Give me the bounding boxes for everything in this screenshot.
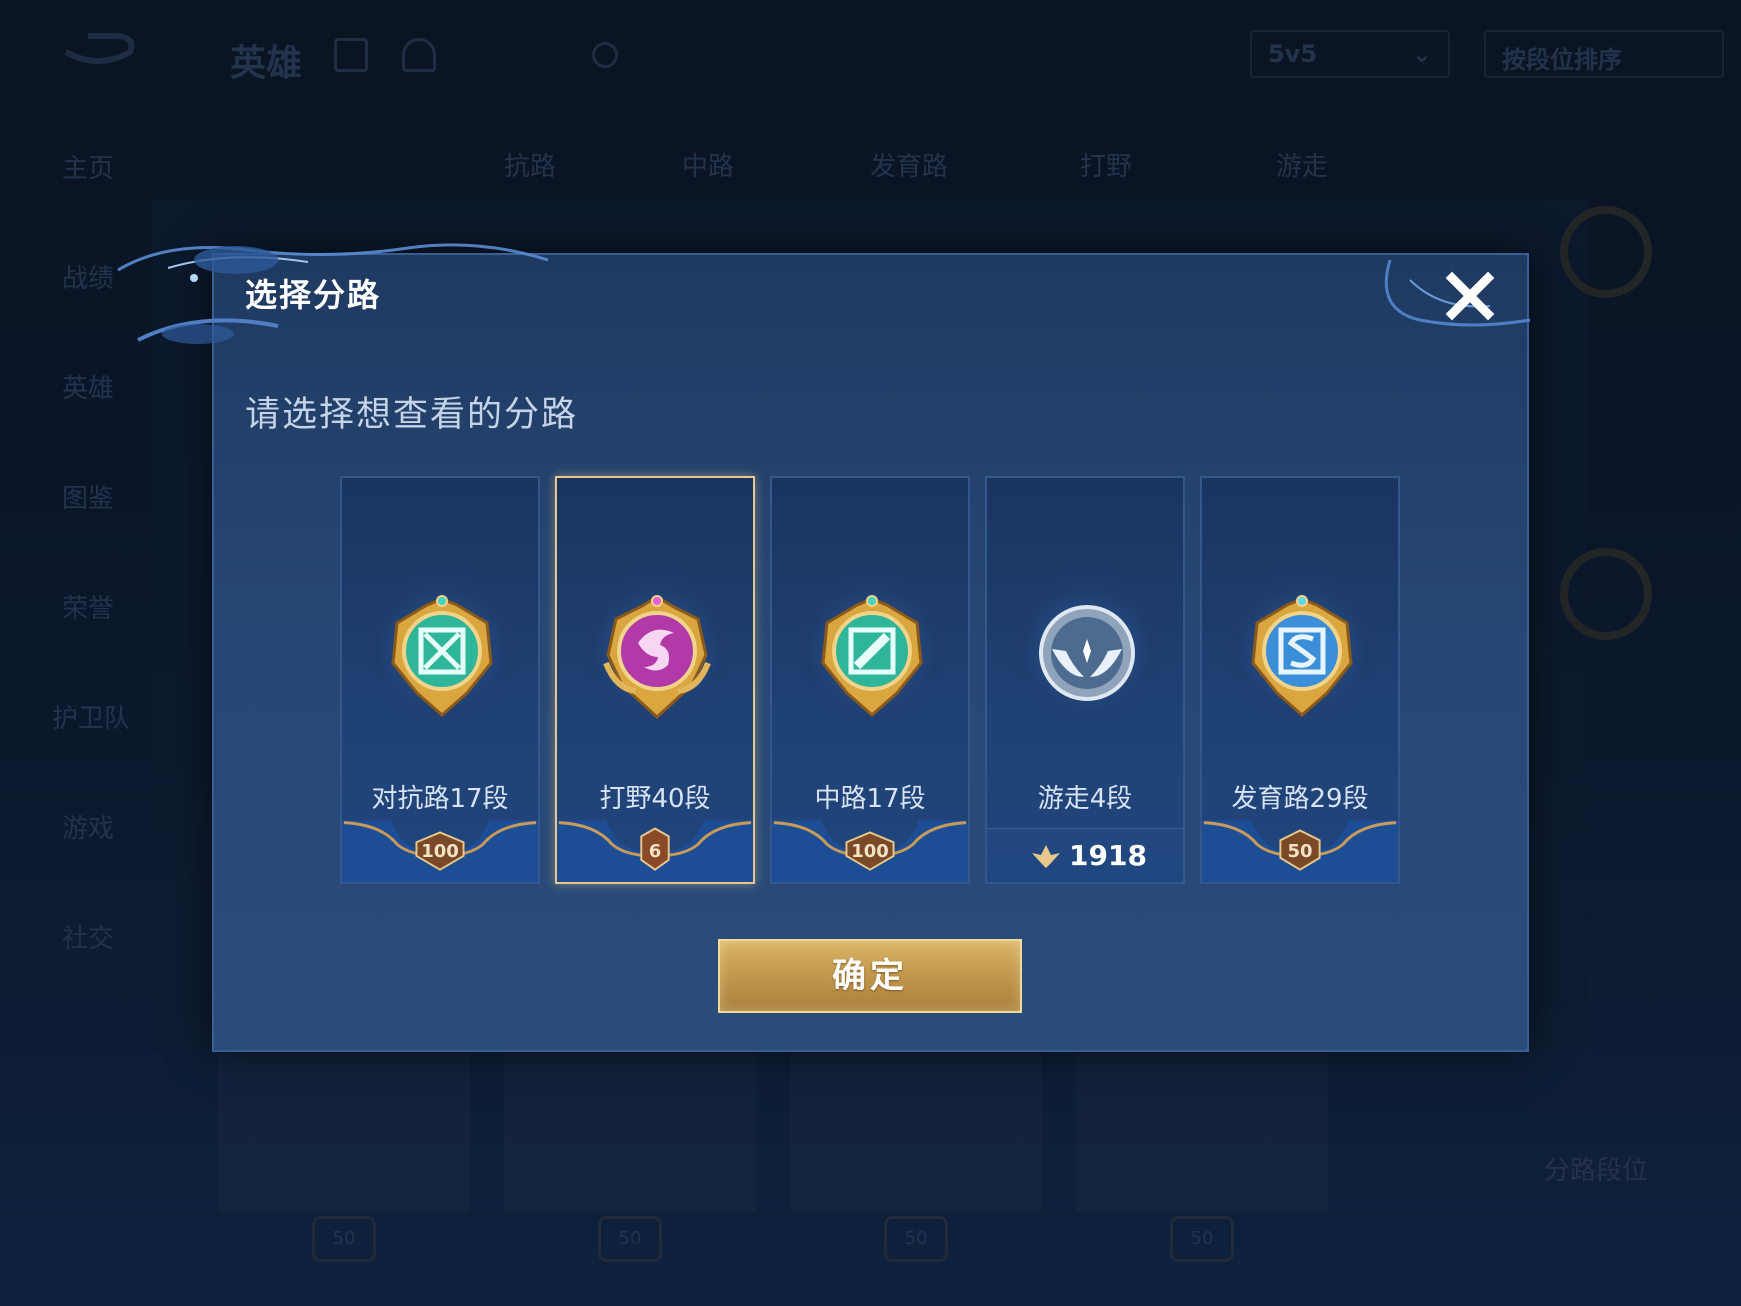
score-row: 1918 (987, 828, 1183, 882)
dialog-title: 选择分路 (245, 276, 382, 314)
level-value: 6 (648, 841, 662, 862)
mid-lane-emblem-icon (821, 595, 923, 717)
lane-card-jungle[interactable]: 打野40段 6 (555, 476, 755, 884)
lane-card-roam[interactable]: 游走4段 1918 (985, 476, 1185, 884)
lane-label: 对抗路17段 (371, 784, 509, 814)
lane-label: 发育路29段 (1231, 784, 1369, 814)
level-value: 100 (851, 841, 889, 862)
dialog-subtitle: 请选择想查看的分路 (245, 395, 579, 435)
lane-card-mid[interactable]: 中路17段 100 (770, 476, 970, 884)
lane-card-clash[interactable]: 对抗路17段 100 (340, 476, 540, 884)
roam-wings-emblem-icon (1039, 605, 1135, 701)
jungle-dragon-emblem-icon (603, 595, 711, 719)
close-icon[interactable] (1442, 268, 1498, 324)
clash-lane-emblem-icon (391, 595, 493, 717)
lane-label: 打野40段 (599, 784, 711, 814)
lane-card-farm[interactable]: 发育路29段 50 (1200, 476, 1400, 884)
peak-score-icon (1032, 845, 1060, 868)
level-value: 50 (1287, 841, 1313, 862)
farm-lane-emblem-icon (1251, 595, 1353, 717)
level-value: 100 (421, 841, 459, 862)
peak-score-value: 1918 (1069, 839, 1147, 872)
confirm-button[interactable]: 确定 (718, 939, 1022, 1013)
lane-label: 中路17段 (814, 784, 926, 814)
lane-label: 游走4段 (1037, 784, 1133, 814)
